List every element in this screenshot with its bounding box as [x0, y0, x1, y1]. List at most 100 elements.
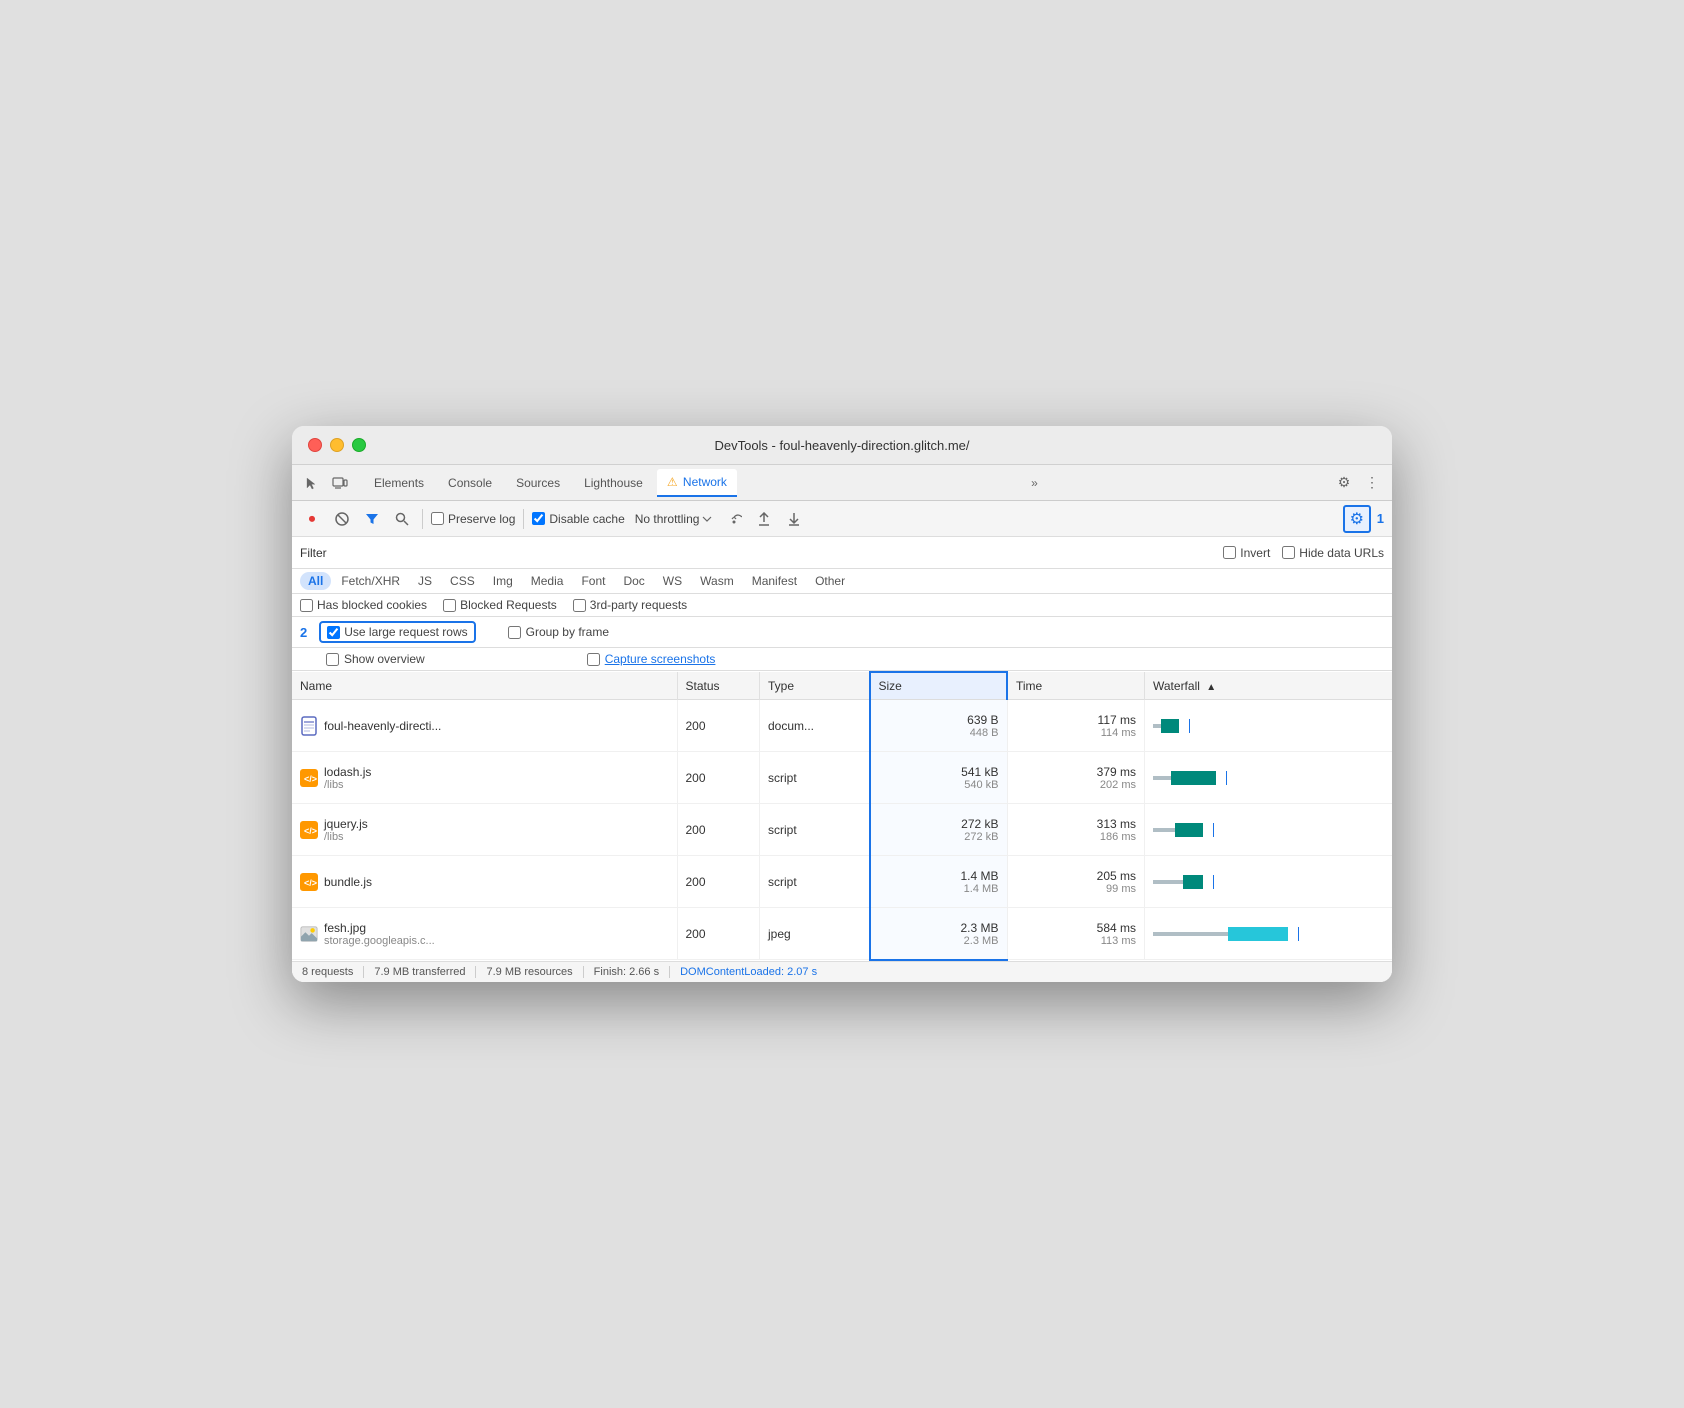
sort-arrow-icon: ▲ [1206, 682, 1216, 693]
table-body: foul-heavenly-directi... 200 docum... 63… [292, 700, 1392, 960]
capture-screenshots-label[interactable]: Capture screenshots [587, 652, 716, 666]
type-filter-ws[interactable]: WS [655, 572, 690, 590]
invert-label[interactable]: Invert [1223, 546, 1270, 560]
type-filter-img[interactable]: Img [485, 572, 521, 590]
network-conditions-icon[interactable] [722, 507, 746, 531]
type-filter-doc[interactable]: Doc [615, 572, 652, 590]
show-overview-label[interactable]: Show overview [326, 652, 425, 666]
devtools-settings-icon[interactable]: ⚙ [1332, 471, 1356, 495]
tab-elements[interactable]: Elements [364, 470, 434, 496]
cell-name: fesh.jpg storage.googleapis.c... [292, 908, 677, 960]
filter-icon[interactable] [360, 507, 384, 531]
table-row[interactable]: foul-heavenly-directi... 200 docum... 63… [292, 700, 1392, 752]
type-filter-font[interactable]: Font [573, 572, 613, 590]
col-header-time[interactable]: Time [1007, 672, 1145, 700]
titlebar: DevTools - foul-heavenly-direction.glitc… [292, 426, 1392, 465]
filter-bar: Filter Invert Hide data URLs [292, 537, 1392, 569]
filter-options: Invert Hide data URLs [1223, 546, 1384, 560]
type-filter-media[interactable]: Media [523, 572, 572, 590]
script-icon: </> [300, 769, 318, 787]
waterfall-bar [1153, 823, 1384, 837]
waterfall-bar [1153, 927, 1384, 941]
col-header-name[interactable]: Name [292, 672, 677, 700]
show-overview-checkbox[interactable] [326, 653, 339, 666]
devtools-more-icon[interactable]: ⋮ [1360, 471, 1384, 495]
waterfall-bar [1153, 771, 1384, 785]
type-filter-manifest[interactable]: Manifest [744, 572, 805, 590]
has-blocked-cookies-label[interactable]: Has blocked cookies [300, 598, 427, 612]
doc-icon [300, 717, 318, 735]
download-icon[interactable] [782, 507, 806, 531]
table-row[interactable]: </> bundle.js 200 script 1.4 MB 1.4 MB 2… [292, 856, 1392, 908]
cell-time: 379 ms 202 ms [1007, 752, 1145, 804]
cell-waterfall [1145, 856, 1393, 908]
checkbox-row: Has blocked cookies Blocked Requests 3rd… [292, 594, 1392, 617]
type-filter-fetch[interactable]: Fetch/XHR [333, 572, 408, 590]
type-filter-wasm[interactable]: Wasm [692, 572, 742, 590]
has-blocked-cookies-checkbox[interactable] [300, 599, 313, 612]
cell-time: 205 ms 99 ms [1007, 856, 1145, 908]
type-filter-js[interactable]: JS [410, 572, 440, 590]
col-header-size[interactable]: Size [870, 672, 1008, 700]
traffic-lights [308, 438, 366, 452]
preserve-log-checkbox[interactable] [431, 512, 444, 525]
cell-status: 200 [677, 804, 760, 856]
disable-cache-label[interactable]: Disable cache [532, 512, 624, 526]
invert-checkbox[interactable] [1223, 546, 1236, 559]
capture-screenshots-checkbox[interactable] [587, 653, 600, 666]
tab-network[interactable]: ⚠ Network [657, 469, 737, 497]
hide-urls-checkbox[interactable] [1282, 546, 1295, 559]
close-button[interactable] [308, 438, 322, 452]
cell-name: </> jquery.js /libs [292, 804, 677, 856]
table-row[interactable]: </> lodash.js /libs 200 script 541 kB 54… [292, 752, 1392, 804]
cell-time: 117 ms 114 ms [1007, 700, 1145, 752]
cell-type: script [760, 752, 870, 804]
cell-size: 272 kB 272 kB [870, 804, 1008, 856]
cursor-icon[interactable] [300, 471, 324, 495]
record-button[interactable]: ⏺ [300, 507, 324, 531]
maximize-button[interactable] [352, 438, 366, 452]
type-filter-all[interactable]: All [300, 572, 331, 590]
col-header-waterfall[interactable]: Waterfall ▲ [1145, 672, 1393, 700]
minimize-button[interactable] [330, 438, 344, 452]
transferred-size: 7.9 MB transferred [364, 966, 476, 978]
device-icon[interactable] [328, 471, 352, 495]
waterfall-bar [1153, 875, 1384, 889]
cell-type: script [760, 804, 870, 856]
hide-urls-label[interactable]: Hide data URLs [1282, 546, 1384, 560]
col-header-status[interactable]: Status [677, 672, 760, 700]
warning-icon: ⚠ [667, 475, 678, 489]
cell-waterfall [1145, 908, 1393, 960]
third-party-label[interactable]: 3rd-party requests [573, 598, 687, 612]
tab-sources[interactable]: Sources [506, 470, 570, 496]
tab-console[interactable]: Console [438, 470, 502, 496]
network-table-wrapper: Name Status Type Size Time Waterfall ▲ [292, 671, 1392, 961]
upload-icon[interactable] [752, 507, 776, 531]
disable-cache-checkbox[interactable] [532, 512, 545, 525]
table-row[interactable]: </> jquery.js /libs 200 script 272 kB 27… [292, 804, 1392, 856]
tab-lighthouse[interactable]: Lighthouse [574, 470, 653, 496]
type-filter-other[interactable]: Other [807, 572, 853, 590]
third-party-checkbox[interactable] [573, 599, 586, 612]
large-rows-label[interactable]: Use large request rows [319, 621, 475, 643]
table-row[interactable]: fesh.jpg storage.googleapis.c... 200 jpe… [292, 908, 1392, 960]
large-rows-checkbox[interactable] [327, 626, 340, 639]
group-by-frame-label[interactable]: Group by frame [508, 625, 609, 639]
search-icon[interactable] [390, 507, 414, 531]
svg-text:</>: </> [304, 774, 317, 784]
network-settings-button[interactable]: ⚙ [1343, 505, 1371, 533]
tab-icons [300, 471, 352, 495]
col-header-type[interactable]: Type [760, 672, 870, 700]
cell-status: 200 [677, 700, 760, 752]
blocked-requests-checkbox[interactable] [443, 599, 456, 612]
tab-more-button[interactable]: » [1025, 472, 1044, 494]
preserve-log-label[interactable]: Preserve log [431, 512, 515, 526]
type-filter-css[interactable]: CSS [442, 572, 483, 590]
blocked-requests-label[interactable]: Blocked Requests [443, 598, 557, 612]
throttling-dropdown[interactable]: No throttling [631, 510, 717, 528]
window-title: DevTools - foul-heavenly-direction.glitc… [714, 438, 969, 453]
image-icon [300, 925, 318, 943]
separator-2 [523, 509, 524, 529]
clear-button[interactable] [330, 507, 354, 531]
group-by-frame-checkbox[interactable] [508, 626, 521, 639]
